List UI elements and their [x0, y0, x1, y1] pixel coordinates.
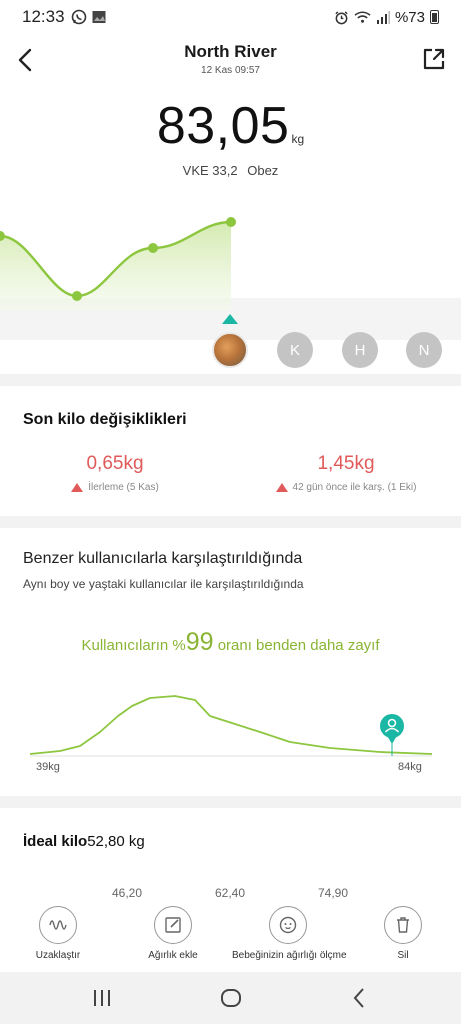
comparison-percent: 99	[185, 628, 214, 656]
page-title: North River	[184, 42, 277, 61]
selected-indicator-icon	[222, 314, 238, 324]
delete-label: Sil	[397, 950, 409, 961]
measurement-datetime: 12 Kas 09:57	[201, 65, 260, 76]
distribution-chart	[29, 695, 433, 757]
wave-icon	[49, 920, 67, 930]
baby-weight-button[interactable]: Bebeğinizin ağırlığı ölçme	[228, 906, 348, 961]
comparison-post: oranı benden daha zayıf	[213, 637, 380, 654]
whatsapp-icon	[71, 9, 86, 25]
alarm-icon	[335, 10, 348, 24]
change-42-days-value: 1,45kg	[317, 453, 375, 474]
user-avatar-photo[interactable]	[212, 332, 248, 368]
remove-label: Uzaklaştır	[35, 950, 81, 961]
changes-title: Son kilo değişiklikleri	[23, 411, 187, 428]
comparison-pre: Kullanıcıların %	[81, 637, 186, 654]
trend-point[interactable]	[148, 243, 158, 253]
wifi-icon	[354, 11, 371, 23]
home-icon[interactable]	[219, 986, 243, 1010]
bmi-value: VKE 33,2	[182, 163, 238, 178]
status-time: 12:33	[22, 7, 65, 26]
ideal-range-tick: 62,40	[215, 886, 246, 900]
system-nav-bar	[0, 972, 461, 1024]
signal-icon	[376, 10, 390, 24]
change-progress-value: 0,65kg	[86, 453, 144, 474]
status-bar: 12:33 %73	[0, 0, 461, 34]
comparison-subtitle: Aynı boy ve yaştaki kullanıcılar ile kar…	[23, 577, 304, 591]
increase-icon	[71, 483, 84, 492]
distribution-max-label: 84kg	[398, 761, 422, 773]
gallery-icon	[92, 11, 106, 23]
ideal-range-tick: 46,20	[112, 886, 143, 900]
weight-value: 83,05	[156, 97, 290, 155]
distribution-min-label: 39kg	[36, 761, 60, 773]
change-42-days-desc: 42 gün önce ile karş. (1 Eki)	[292, 482, 417, 493]
bmi-category: Obez	[247, 163, 279, 178]
baby-weight-label: Bebeğinizin ağırlığı ölçme	[232, 950, 347, 961]
bottom-actions: Uzaklaştır Ağırlık ekle Bebeğinizin ağır…	[0, 906, 461, 970]
battery-percent: %73	[394, 8, 425, 26]
edit-icon	[165, 917, 181, 933]
add-weight-label: Ağırlık ekle	[148, 950, 198, 961]
user-avatar-n[interactable]: N	[406, 332, 442, 368]
user-position-marker	[380, 714, 404, 756]
header: North River 12 Kas 09:57	[0, 38, 461, 84]
remove-button[interactable]: Uzaklaştır	[28, 906, 88, 961]
delete-button[interactable]: Sil	[373, 906, 433, 961]
trend-point[interactable]	[226, 217, 236, 227]
weight-unit: kg	[291, 132, 305, 146]
ideal-weight: İdeal kilo52,80 kg	[23, 833, 145, 850]
baby-icon	[279, 916, 297, 934]
change-42-days: 1,45kg 42 gün önce ile karş. (1 Eki)	[256, 453, 436, 493]
distribution-curve	[29, 695, 433, 755]
ideal-weight-value: 52,80 kg	[87, 833, 145, 850]
user-selector: K H N	[0, 312, 461, 372]
nav-back-icon[interactable]	[348, 986, 372, 1010]
weight-detail-screen: 12:33 %73 North River 12 Kas 09:57 83,05…	[0, 0, 461, 1024]
increase-icon	[275, 483, 288, 492]
share-icon[interactable]	[421, 46, 447, 72]
current-weight: 83,05 kg	[0, 96, 461, 156]
comparison-result: Kullanıcıların %99 oranı benden daha zay…	[0, 628, 461, 657]
ideal-range-tick: 74,90	[318, 886, 349, 900]
bmi-info: VKE 33,2 Obez	[0, 163, 461, 178]
section-divider	[0, 516, 461, 528]
add-weight-button[interactable]: Ağırlık ekle	[138, 906, 208, 961]
user-avatar-k[interactable]: K	[277, 332, 313, 368]
section-divider	[0, 374, 461, 386]
comparison-title: Benzer kullanıcılarla karşılaştırıldığın…	[23, 550, 303, 567]
trash-icon	[397, 917, 409, 933]
user-avatar-h[interactable]: H	[342, 332, 378, 368]
recent-apps-icon[interactable]	[90, 986, 114, 1010]
trend-area	[0, 222, 231, 310]
status-left-icons	[71, 9, 107, 25]
change-progress-desc: İlerleme (5 Kas)	[88, 482, 159, 493]
status-right: %73	[334, 9, 439, 26]
trend-point[interactable]	[72, 291, 82, 301]
battery-icon	[430, 10, 439, 24]
ideal-weight-label: İdeal kilo	[23, 833, 88, 850]
change-progress: 0,65kg İlerleme (5 Kas)	[40, 453, 190, 493]
section-divider	[0, 796, 461, 808]
